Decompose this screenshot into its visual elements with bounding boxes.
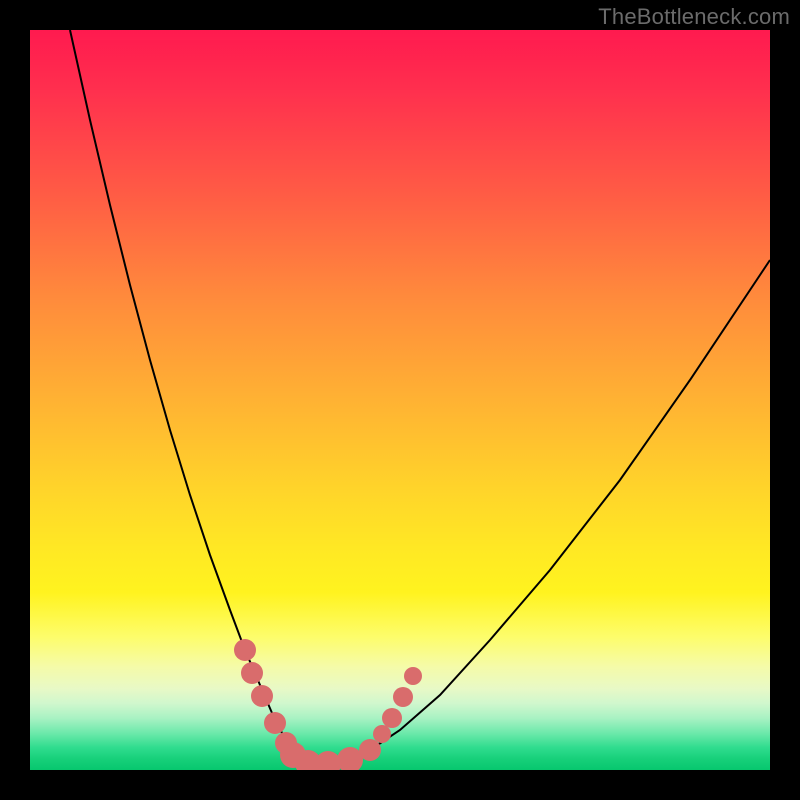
bead-marker (373, 725, 391, 743)
bead-marker (404, 667, 422, 685)
bead-marker (234, 639, 256, 661)
bead-marker (241, 662, 263, 684)
watermark-text: TheBottleneck.com (598, 4, 790, 30)
bead-marker (382, 708, 402, 728)
bead-marker (251, 685, 273, 707)
bottleneck-curve (70, 30, 770, 765)
beads-group (234, 639, 422, 770)
bottleneck-curve-svg (30, 30, 770, 770)
bead-marker (264, 712, 286, 734)
bead-marker (393, 687, 413, 707)
bead-marker (359, 739, 381, 761)
plot-area (30, 30, 770, 770)
chart-frame: TheBottleneck.com (0, 0, 800, 800)
